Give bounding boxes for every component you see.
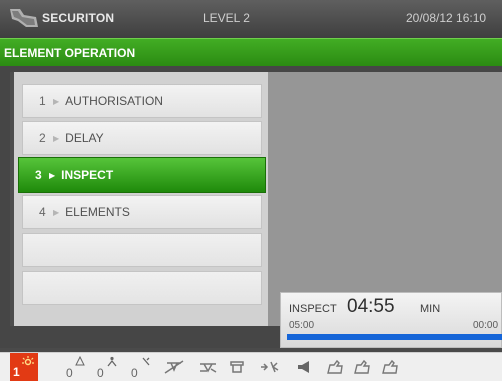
access-level: LEVEL 2 [203,11,250,25]
timer-start: 05:00 [289,320,315,331]
hand-icon-2[interactable] [352,359,372,375]
menu-item-label: DELAY [65,131,104,145]
timer-progress-fill [287,334,502,340]
triangle-right-icon: ▶ [49,170,56,180]
page-title: ELEMENT OPERATION [4,46,136,60]
menu-item-empty[interactable] [22,271,262,305]
hand-icon-3[interactable] [380,359,400,375]
content-panel [268,72,502,326]
fire-alarm-icon [22,356,34,366]
warning-count: 0 [97,366,104,380]
menu-item-number: 2 [39,131,46,145]
menu-item-delay[interactable]: 2 ▶ DELAY [22,121,262,155]
menu-item-label: ELEMENTS [65,205,130,219]
triangle-right-icon: ▶ [53,207,60,217]
detector-off-icon[interactable] [163,359,185,375]
warning-triangle-icon [75,356,85,366]
menu-item-inspect[interactable]: 3 ▶ INSPECT [18,157,266,193]
menu-item-label: AUTHORISATION [65,94,163,108]
cup-icon[interactable] [229,359,245,375]
menu-item-authorisation[interactable]: 1 ▶ AUTHORISATION [22,84,262,118]
status-bar: 1 0 0 0 [0,352,502,381]
triangle-right-icon: ▶ [53,96,60,106]
page-title-bar: ELEMENT OPERATION [0,38,502,66]
transfer-icon[interactable] [259,359,281,375]
date-time: 20/08/12 16:10 [406,11,487,25]
securiton-logo-icon [10,9,38,27]
timer-end: 00:00 [473,320,499,331]
timer-progress-track [287,334,502,340]
timer-value: 04:55 [347,296,395,317]
menu-item-label: INSPECT [61,168,114,182]
person-warning-icon [107,356,117,367]
detector-test-icon[interactable] [197,359,219,375]
menu-item-empty[interactable] [22,233,262,267]
inspect-timer: INSPECT 04:55 MIN 05:00 00:00 [280,292,502,348]
menu-item-elements[interactable]: 4 ▶ ELEMENTS [22,195,262,229]
hand-icon-1[interactable] [325,359,345,375]
alarm-indicator[interactable]: 1 [10,353,38,381]
scroll-rail[interactable] [10,72,14,326]
menu-item-number: 3 [35,168,42,182]
triangle-right-icon: ▶ [53,133,60,143]
person-disable-icon [142,357,150,366]
top-bar: SECURITON LEVEL 2 20/08/12 16:10 [0,0,502,38]
brand-name: SECURITON [42,11,115,25]
timer-label: INSPECT [289,303,337,315]
sounder-icon[interactable] [295,359,315,375]
menu-item-number: 4 [39,205,46,219]
menu-item-number: 1 [39,94,46,108]
fault-count: 0 [66,366,73,380]
alarm-count: 1 [13,365,20,379]
disable-count: 0 [131,366,138,380]
timer-unit: MIN [420,303,441,315]
